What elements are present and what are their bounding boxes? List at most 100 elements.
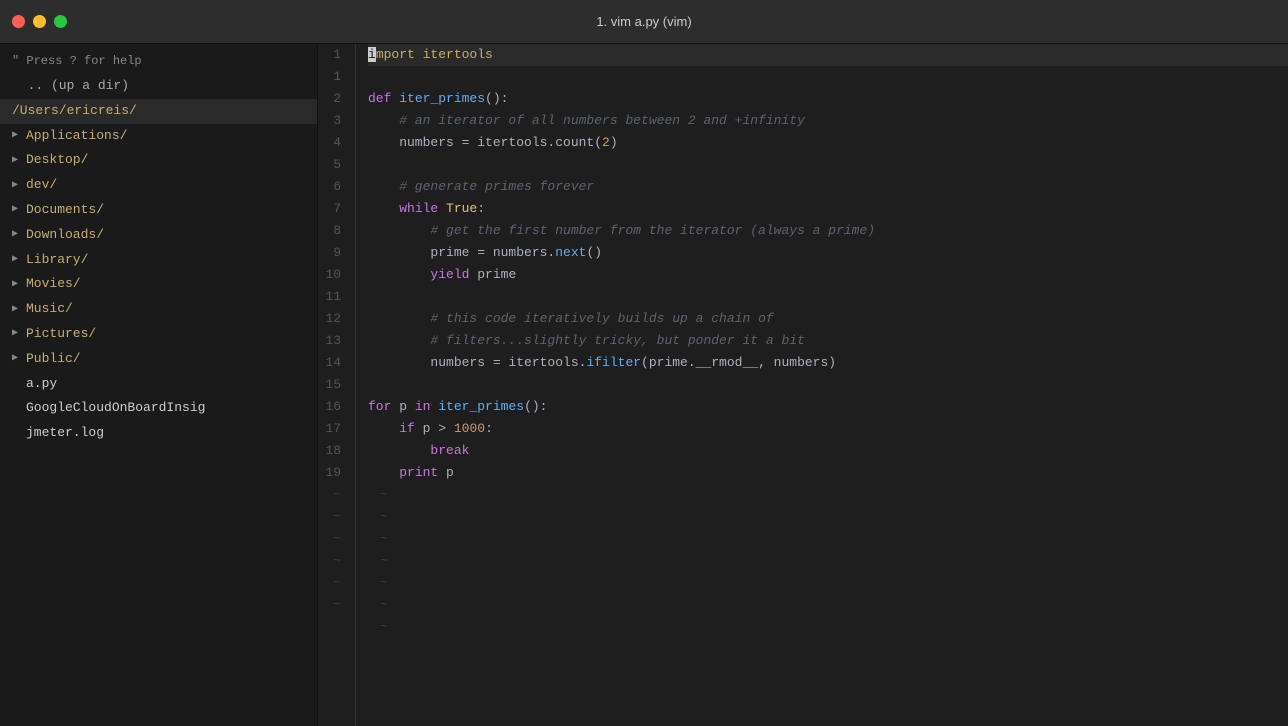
line-num-tilde1: ~ — [318, 484, 347, 506]
sidebar-item-library[interactable]: ▶ Library/ — [0, 248, 317, 273]
line-num-3: 3 — [318, 110, 347, 132]
sidebar-item-label: a.py — [12, 374, 57, 395]
arrow-icon: ▶ — [12, 302, 22, 318]
line-num-17: 17 — [318, 418, 347, 440]
sidebar-item-label: Desktop/ — [26, 150, 88, 171]
arrow-icon: ▶ — [12, 351, 22, 367]
code-line-11 — [368, 286, 1288, 308]
main-layout: " Press ? for help .. (up a dir) /Users/… — [0, 44, 1288, 726]
minimize-button[interactable] — [33, 15, 46, 28]
code-line-5 — [368, 154, 1288, 176]
line-num-1: 1 — [318, 44, 347, 66]
code-line-blank — [368, 66, 1288, 88]
code-content[interactable]: import itertools def iter_primes(): # an… — [356, 44, 1288, 726]
line-num-14: 14 — [318, 352, 347, 374]
sidebar-item-label: Downloads/ — [26, 225, 104, 246]
tilde-line-7: ~ — [368, 616, 1288, 638]
sidebar-item-label: Music/ — [26, 299, 73, 320]
window-title: 1. vim a.py (vim) — [596, 14, 691, 29]
tilde-line-2: ~ — [368, 506, 1288, 528]
code-line-19: print p — [368, 462, 1288, 484]
sidebar-item-label: Public/ — [26, 349, 81, 370]
tilde-line-5: ~ — [368, 572, 1288, 594]
sidebar-item-movies[interactable]: ▶ Movies/ — [0, 272, 317, 297]
line-num-5: 5 — [318, 154, 347, 176]
code-line-4: numbers = itertools.count(2) — [368, 132, 1288, 154]
tilde-line-6: ~ — [368, 594, 1288, 616]
line-num-blank-1: 1 — [318, 66, 347, 88]
code-line-12: # this code iteratively builds up a chai… — [368, 308, 1288, 330]
sidebar-header: " Press ? for help — [0, 48, 317, 74]
line-num-tilde6: ~ — [318, 594, 347, 616]
line-num-4: 4 — [318, 132, 347, 154]
line-num-7: 7 — [318, 198, 347, 220]
arrow-icon: ▶ — [12, 252, 22, 268]
sidebar-item-music[interactable]: ▶ Music/ — [0, 297, 317, 322]
code-line-15 — [368, 374, 1288, 396]
sidebar: " Press ? for help .. (up a dir) /Users/… — [0, 44, 318, 726]
sidebar-item-label: Library/ — [26, 250, 88, 271]
line-num-2: 2 — [318, 88, 347, 110]
line-num-tilde3: ~ — [318, 528, 347, 550]
code-line-10: yield prime — [368, 264, 1288, 286]
tilde-line-4: ~ — [368, 550, 1288, 572]
sidebar-item-pictures[interactable]: ▶ Pictures/ — [0, 322, 317, 347]
sidebar-item-google-cloud[interactable]: GoogleCloudOnBoardInsig — [0, 396, 317, 421]
sidebar-item-dev[interactable]: ▶ dev/ — [0, 173, 317, 198]
sidebar-item-jmeter-log[interactable]: jmeter.log — [0, 421, 317, 446]
line-num-11: 11 — [318, 286, 347, 308]
code-line-13: # filters...slightly tricky, but ponder … — [368, 330, 1288, 352]
line-num-8: 8 — [318, 220, 347, 242]
line-num-tilde5: ~ — [318, 572, 347, 594]
line-num-16: 16 — [318, 396, 347, 418]
line-num-tilde2: ~ — [318, 506, 347, 528]
line-num-15: 15 — [318, 374, 347, 396]
sidebar-item-a-py[interactable]: a.py — [0, 372, 317, 397]
sidebar-item-public[interactable]: ▶ Public/ — [0, 347, 317, 372]
arrow-icon: ▶ — [12, 202, 22, 218]
code-line-17: if p > 1000: — [368, 418, 1288, 440]
sidebar-item-label: Documents/ — [26, 200, 104, 221]
close-button[interactable] — [12, 15, 25, 28]
arrow-icon: ▶ — [12, 128, 22, 144]
sidebar-item-documents[interactable]: ▶ Documents/ — [0, 198, 317, 223]
arrow-icon: ▶ — [12, 153, 22, 169]
sidebar-item-label: dev/ — [26, 175, 57, 196]
code-line-18: break — [368, 440, 1288, 462]
line-num-18: 18 — [318, 440, 347, 462]
sidebar-item-applications[interactable]: ▶ Applications/ — [0, 124, 317, 149]
sidebar-item-label: GoogleCloudOnBoardInsig — [12, 398, 205, 419]
line-num-6: 6 — [318, 176, 347, 198]
code-line-9: prime = numbers.next() — [368, 242, 1288, 264]
line-num-10: 10 — [318, 264, 347, 286]
line-num-tilde4: ~ — [318, 550, 347, 572]
sidebar-item-label: Movies/ — [26, 274, 81, 295]
arrow-icon: ▶ — [12, 326, 22, 342]
code-editor[interactable]: 1 1 2 3 4 5 6 7 8 9 10 11 12 13 14 15 16… — [318, 44, 1288, 726]
maximize-button[interactable] — [54, 15, 67, 28]
line-num-12: 12 — [318, 308, 347, 330]
titlebar: 1. vim a.py (vim) — [0, 0, 1288, 44]
sidebar-item-downloads[interactable]: ▶ Downloads/ — [0, 223, 317, 248]
arrow-icon: ▶ — [12, 227, 22, 243]
arrow-icon: ▶ — [12, 277, 22, 293]
sidebar-item-desktop[interactable]: ▶ Desktop/ — [0, 148, 317, 173]
arrow-icon: ▶ — [12, 178, 22, 194]
code-line-7: while True: — [368, 198, 1288, 220]
sidebar-item-label: Applications/ — [26, 126, 127, 147]
code-line-2: def iter_primes(): — [368, 88, 1288, 110]
sidebar-item-parent-dir[interactable]: .. (up a dir) — [0, 74, 317, 99]
sidebar-item-current-dir[interactable]: /Users/ericreis/ — [0, 99, 317, 124]
line-num-19: 19 — [318, 462, 347, 484]
sidebar-item-label: jmeter.log — [12, 423, 104, 444]
line-num-13: 13 — [318, 330, 347, 352]
sidebar-item-label: Pictures/ — [26, 324, 96, 345]
code-line-8: # get the first number from the iterator… — [368, 220, 1288, 242]
line-numbers: 1 1 2 3 4 5 6 7 8 9 10 11 12 13 14 15 16… — [318, 44, 356, 726]
tilde-line-3: ~ — [368, 528, 1288, 550]
code-line-6: # generate primes forever — [368, 176, 1288, 198]
code-line-14: numbers = itertools.ifilter(prime.__rmod… — [368, 352, 1288, 374]
line-num-9: 9 — [318, 242, 347, 264]
sidebar-item-label: /Users/ericreis/ — [12, 101, 137, 122]
sidebar-item-label: .. (up a dir) — [12, 76, 129, 97]
